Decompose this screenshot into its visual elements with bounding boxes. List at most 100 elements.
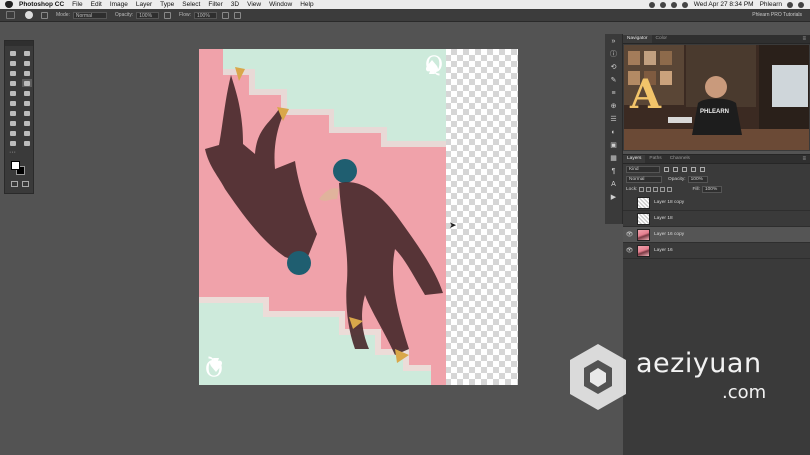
layer-name[interactable]: Layer 16 copy bbox=[654, 232, 684, 237]
lock-all-icon[interactable] bbox=[667, 186, 673, 192]
smart-object-filter-icon[interactable] bbox=[700, 166, 705, 172]
history-icon[interactable]: ⟲ bbox=[609, 64, 618, 72]
type-filter-icon[interactable] bbox=[682, 166, 687, 172]
styles-icon[interactable]: ▣ bbox=[609, 142, 618, 150]
pen-tool-icon[interactable] bbox=[8, 119, 18, 127]
adjustment-filter-icon[interactable] bbox=[673, 166, 678, 172]
layer-row-selected[interactable]: 👁 Layer 16 copy bbox=[623, 227, 810, 243]
adjustments-icon[interactable]: ◐ bbox=[609, 129, 618, 137]
quick-mask-icon[interactable] bbox=[11, 181, 18, 187]
layer-row[interactable]: Layer 18 bbox=[623, 211, 810, 227]
edit-toolbar-icon[interactable]: ··· bbox=[5, 149, 33, 156]
layer-name[interactable]: Layer 16 bbox=[654, 248, 673, 253]
wifi-icon[interactable] bbox=[670, 1, 677, 8]
layer-name[interactable]: Layer 18 bbox=[654, 216, 673, 221]
app-menu[interactable]: Photoshop CC bbox=[19, 0, 64, 9]
swatches-icon[interactable]: ▦ bbox=[609, 155, 618, 163]
layer-row[interactable]: Layer 18 copy bbox=[623, 195, 810, 211]
menu-image[interactable]: Image bbox=[110, 0, 128, 9]
menu-view[interactable]: View bbox=[247, 0, 261, 9]
search-icon[interactable] bbox=[787, 1, 793, 8]
opacity-field[interactable]: 100% bbox=[687, 175, 708, 183]
paragraph-icon[interactable]: ¶ bbox=[609, 168, 618, 176]
gradient-tool-icon[interactable] bbox=[22, 99, 32, 107]
shape-filter-icon[interactable] bbox=[691, 166, 696, 172]
pressure-opacity-icon[interactable] bbox=[164, 11, 172, 19]
zoom-tool-icon[interactable] bbox=[22, 139, 32, 147]
type-tool-icon[interactable] bbox=[22, 119, 32, 127]
eyedropper-tool-icon[interactable] bbox=[22, 69, 32, 77]
flow-field[interactable]: 100% bbox=[194, 11, 217, 19]
menu-window[interactable]: Window bbox=[269, 0, 292, 9]
panel-menu-icon[interactable]: ≡ bbox=[802, 155, 806, 163]
menu-select[interactable]: Select bbox=[182, 0, 200, 9]
lock-position-icon[interactable] bbox=[653, 186, 659, 192]
tab-color[interactable]: Color bbox=[652, 35, 671, 43]
pressure-size-icon[interactable] bbox=[233, 11, 241, 19]
eye-icon[interactable]: 👁 bbox=[625, 247, 634, 254]
fill-field[interactable]: 100% bbox=[701, 185, 723, 193]
lock-artboard-icon[interactable] bbox=[660, 186, 666, 192]
move-tool-icon[interactable] bbox=[8, 49, 18, 57]
menu-file[interactable]: File bbox=[72, 0, 82, 9]
layer-name[interactable]: Layer 18 copy bbox=[654, 200, 684, 205]
user-menu[interactable]: Phlearn bbox=[760, 0, 782, 9]
history-brush-tool-icon[interactable] bbox=[22, 89, 32, 97]
tab-navigator[interactable]: Navigator bbox=[623, 35, 652, 43]
healing-tool-icon[interactable] bbox=[8, 79, 18, 87]
canvas[interactable]: Q Q bbox=[199, 49, 518, 385]
shape-tool-icon[interactable] bbox=[22, 129, 32, 137]
airbrush-icon[interactable] bbox=[221, 11, 229, 19]
clone-source-icon[interactable]: ⊕ bbox=[609, 103, 618, 111]
blend-mode-select[interactable]: Normal bbox=[626, 175, 662, 183]
menu-layer[interactable]: Layer bbox=[136, 0, 152, 9]
mode-select[interactable]: Normal bbox=[72, 11, 107, 19]
info-icon[interactable]: ⓘ bbox=[609, 51, 618, 59]
navigator-preview[interactable]: A PHLEARN bbox=[624, 45, 809, 150]
path-select-tool-icon[interactable] bbox=[8, 129, 18, 137]
volume-icon[interactable] bbox=[681, 1, 688, 8]
layer-row[interactable]: 👁 Layer 16 bbox=[623, 243, 810, 259]
brush-tool-icon[interactable] bbox=[22, 79, 32, 87]
status-icon[interactable] bbox=[648, 1, 655, 8]
lasso-tool-icon[interactable] bbox=[8, 59, 18, 67]
eraser-tool-icon[interactable] bbox=[8, 99, 18, 107]
menu-type[interactable]: Type bbox=[160, 0, 174, 9]
lock-transparency-icon[interactable] bbox=[639, 186, 645, 192]
blur-tool-icon[interactable] bbox=[8, 109, 18, 117]
pixel-filter-icon[interactable] bbox=[664, 166, 669, 172]
brush-icon[interactable]: ✎ bbox=[609, 77, 618, 85]
actions-icon[interactable]: ▶ bbox=[609, 194, 618, 202]
status-icon[interactable] bbox=[659, 1, 666, 8]
hand-tool-icon[interactable] bbox=[8, 139, 18, 147]
menu-help[interactable]: Help bbox=[300, 0, 313, 9]
clock[interactable]: Wed Apr 27 8:34 PM bbox=[694, 0, 754, 9]
brush-preset-icon[interactable] bbox=[25, 11, 33, 19]
properties-icon[interactable]: ☰ bbox=[609, 116, 618, 124]
foreground-color[interactable] bbox=[11, 161, 20, 170]
collapse-icon[interactable]: » bbox=[609, 38, 618, 46]
character-icon[interactable]: A bbox=[609, 181, 618, 189]
lock-image-icon[interactable] bbox=[646, 186, 652, 192]
clone-stamp-tool-icon[interactable] bbox=[8, 89, 18, 97]
marquee-tool-icon[interactable] bbox=[22, 49, 32, 57]
list-icon[interactable] bbox=[798, 1, 804, 8]
quick-select-tool-icon[interactable] bbox=[22, 59, 32, 67]
dodge-tool-icon[interactable] bbox=[22, 109, 32, 117]
menu-filter[interactable]: Filter bbox=[208, 0, 222, 9]
menu-edit[interactable]: Edit bbox=[91, 0, 102, 9]
color-swatches[interactable] bbox=[5, 159, 33, 179]
filter-kind-select[interactable]: Kind bbox=[626, 165, 660, 173]
apple-icon[interactable] bbox=[5, 1, 13, 8]
tab-paths[interactable]: Paths bbox=[645, 155, 665, 163]
brush-tool-icon[interactable] bbox=[6, 11, 15, 19]
crop-tool-icon[interactable] bbox=[8, 69, 18, 77]
tab-channels[interactable]: Channels bbox=[666, 155, 694, 163]
screen-mode-icon[interactable] bbox=[22, 181, 29, 187]
brush-panel-icon[interactable] bbox=[41, 11, 48, 19]
opacity-field[interactable]: 100% bbox=[136, 11, 160, 19]
brushes-icon[interactable]: ≡ bbox=[609, 90, 618, 98]
tab-layers[interactable]: Layers bbox=[623, 155, 646, 163]
eye-icon[interactable]: 👁 bbox=[625, 231, 634, 238]
menu-3d[interactable]: 3D bbox=[231, 0, 239, 9]
